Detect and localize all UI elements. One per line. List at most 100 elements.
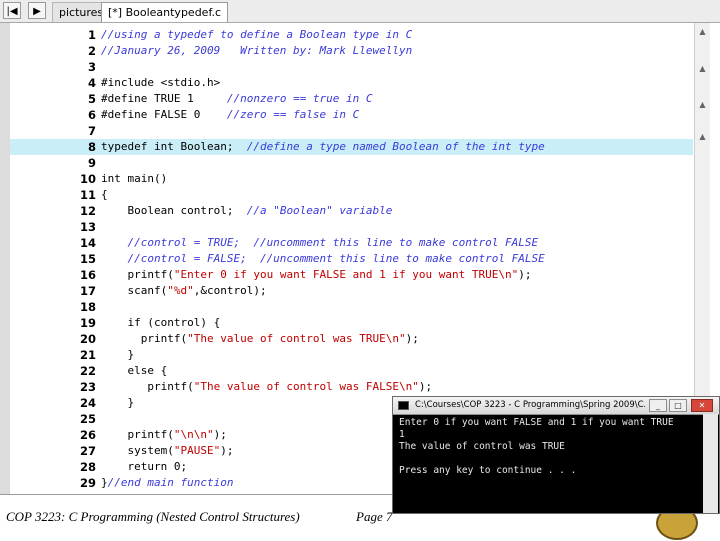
code-text: typedef int Boolean; //define a type nam… xyxy=(101,139,545,155)
line-number: 20 xyxy=(79,332,96,346)
code-text: }//end main function xyxy=(101,475,233,491)
code-token: } xyxy=(101,396,135,409)
code-token: scanf( xyxy=(101,284,168,297)
line-number: 28 xyxy=(79,460,96,474)
code-text: } xyxy=(101,347,134,363)
code-text: #include <stdio.h> xyxy=(101,75,220,91)
code-token: system( xyxy=(101,444,174,457)
console-line: Press any key to continue . . . xyxy=(399,465,577,476)
code-line[interactable]: 9 xyxy=(10,155,710,171)
code-token: } xyxy=(101,348,135,361)
console-window[interactable]: C:\Courses\COP 3223 - C Programming\Spri… xyxy=(392,396,720,514)
scroll-up-icon[interactable]: ▲ xyxy=(697,26,708,38)
scroll-mark-icon: ▲ xyxy=(699,132,706,141)
line-number: 15 xyxy=(79,252,96,266)
close-button[interactable]: ✕ xyxy=(691,399,713,412)
code-line[interactable]: 15 //control = FALSE; //uncomment this l… xyxy=(10,251,710,267)
code-token: ); xyxy=(418,380,433,393)
code-comment: //nonzero == true in C xyxy=(226,92,373,105)
code-text: //control = TRUE; //uncomment this line … xyxy=(101,235,538,251)
line-number: 25 xyxy=(79,412,96,426)
code-line[interactable]: 18 xyxy=(10,299,710,315)
line-number: 5 xyxy=(87,92,96,106)
code-text: printf("The value of control was TRUE\n"… xyxy=(101,331,419,347)
code-line[interactable]: 3 xyxy=(10,59,710,75)
code-token: else { xyxy=(101,364,168,377)
code-text: int main() xyxy=(101,171,167,187)
code-line[interactable]: 19 if (control) { xyxy=(10,315,710,331)
code-comment: //January 26, 2009 Written by: Mark Llew… xyxy=(101,44,413,57)
line-number: 8 xyxy=(87,140,96,154)
console-app-icon xyxy=(398,401,409,410)
code-line[interactable]: 10 int main() xyxy=(10,171,710,187)
code-text: //control = FALSE; //uncomment this line… xyxy=(101,251,544,267)
code-comment: //end main function xyxy=(107,476,234,489)
code-line[interactable]: 2 //January 26, 2009 Written by: Mark Lle… xyxy=(10,43,710,59)
code-token: ); xyxy=(213,428,227,441)
code-token: ,&control); xyxy=(193,284,267,297)
code-line[interactable]: 21 } xyxy=(10,347,710,363)
minimize-button[interactable]: _ xyxy=(649,399,667,412)
code-line[interactable]: 6 #define FALSE 0 //zero == false in C xyxy=(10,107,710,123)
tab-bar: |◀ ▶ pictures.c [*] Booleantypedef.c xyxy=(0,0,720,23)
code-line[interactable]: 22 else { xyxy=(10,363,710,379)
code-text: Boolean control; //a "Boolean" variable xyxy=(101,203,392,219)
code-line[interactable]: 11 { xyxy=(10,187,710,203)
line-number: 1 xyxy=(87,28,96,42)
code-comment: //zero == false in C xyxy=(226,108,360,121)
code-text: { xyxy=(101,187,108,203)
code-text: //January 26, 2009 Written by: Mark Llew… xyxy=(101,43,412,59)
code-token: printf( xyxy=(101,428,174,441)
code-line[interactable]: 23 printf("The value of control was FALS… xyxy=(10,379,710,395)
code-line[interactable]: 1 //using a typedef to define a Boolean t… xyxy=(10,27,710,43)
line-number: 26 xyxy=(79,428,96,442)
code-token: #define TRUE 1 xyxy=(101,92,227,105)
code-line[interactable]: 5 #define TRUE 1 //nonzero == true in C xyxy=(10,91,710,107)
code-token: ); xyxy=(518,268,532,281)
code-comment: //a "Boolean" variable xyxy=(246,204,393,217)
code-line[interactable]: 16 printf("Enter 0 if you want FALSE and… xyxy=(10,267,710,283)
code-line[interactable]: 4 #include <stdio.h> xyxy=(10,75,710,91)
line-number: 19 xyxy=(79,316,96,330)
tab-scroll-left-button[interactable]: |◀ xyxy=(3,2,21,19)
console-line: The value of control was TRUE xyxy=(399,441,565,452)
code-text: system("PAUSE"); xyxy=(101,443,233,459)
code-text: #define TRUE 1 //nonzero == true in C xyxy=(101,91,373,107)
tab-booleantypedef[interactable]: [*] Booleantypedef.c xyxy=(101,2,229,22)
footer-page-number: Page 7 xyxy=(356,509,393,524)
line-number: 7 xyxy=(87,124,96,138)
code-token: printf( xyxy=(101,380,194,393)
code-token: if (control) { xyxy=(101,316,221,329)
scroll-mark-icon: ▲ xyxy=(699,64,706,73)
line-number: 10 xyxy=(79,172,96,186)
line-number: 27 xyxy=(79,444,96,458)
console-title: C:\Courses\COP 3223 - C Programming\Spri… xyxy=(415,400,645,410)
code-line[interactable]: 8 typedef int Boolean; //define a type na… xyxy=(10,139,693,155)
maximize-button[interactable]: □ xyxy=(669,399,687,412)
code-line[interactable]: 7 xyxy=(10,123,710,139)
tab-scroll-right-button[interactable]: ▶ xyxy=(28,2,46,19)
code-line[interactable]: 12 Boolean control; //a "Boolean" variab… xyxy=(10,203,710,219)
code-token: #include <stdio.h> xyxy=(101,76,221,89)
console-line: Enter 0 if you want FALSE and 1 if you w… xyxy=(399,417,674,428)
code-line[interactable]: 17 scanf("%d",&control); xyxy=(10,283,710,299)
code-line[interactable]: 14 //control = TRUE; //uncomment this li… xyxy=(10,235,710,251)
line-number: 13 xyxy=(79,220,96,234)
line-number: 16 xyxy=(79,268,96,282)
line-number: 18 xyxy=(79,300,96,314)
line-number: 22 xyxy=(79,364,96,378)
code-line[interactable]: 20 printf("The value of control was TRUE… xyxy=(10,331,710,347)
code-text: } xyxy=(101,395,134,411)
line-number: 9 xyxy=(87,156,96,170)
code-string: "PAUSE" xyxy=(173,444,221,457)
line-number: 11 xyxy=(79,188,96,202)
console-titlebar[interactable]: C:\Courses\COP 3223 - C Programming\Spri… xyxy=(393,397,719,415)
line-number: 2 xyxy=(87,44,96,58)
code-string: "The value of control was TRUE\n" xyxy=(187,332,406,345)
code-string: "Enter 0 if you want FALSE and 1 if you … xyxy=(173,268,519,281)
console-scrollbar[interactable] xyxy=(703,414,718,513)
code-text: #define FALSE 0 //zero == false in C xyxy=(101,107,359,123)
code-line[interactable]: 13 xyxy=(10,219,710,235)
code-text: scanf("%d",&control); xyxy=(101,283,267,299)
